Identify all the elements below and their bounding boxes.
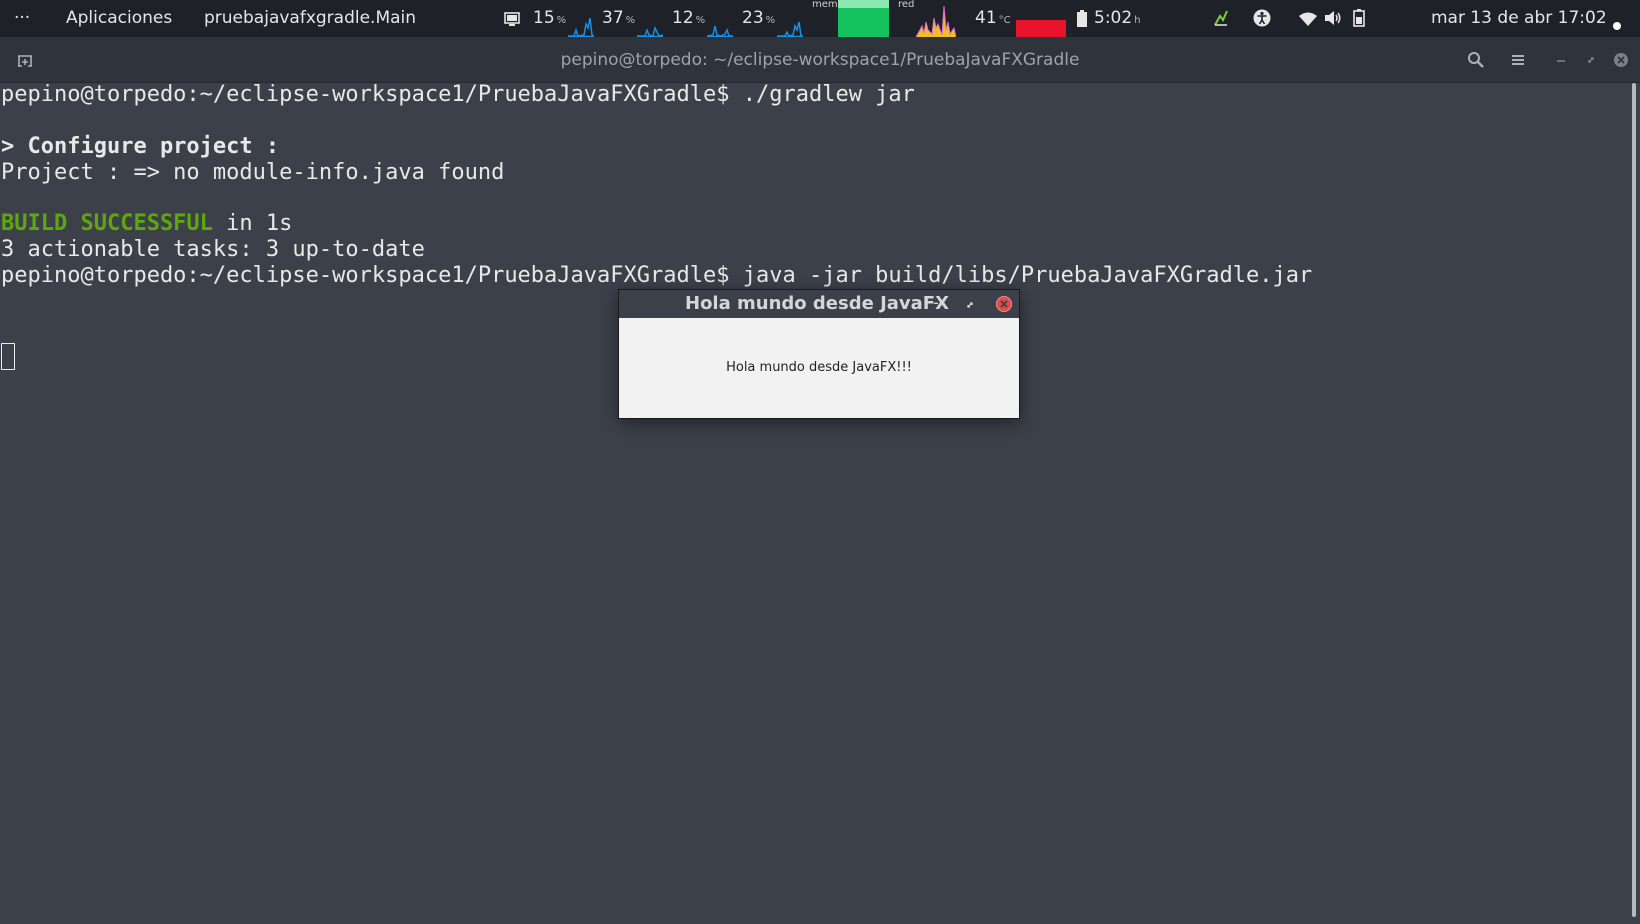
terminal-header-bar: pepino@torpedo: ~/eclipse-workspace1/Pru… <box>0 37 1640 83</box>
terminal-output[interactable]: pepino@torpedo:~/eclipse-workspace1/Prue… <box>0 82 1628 924</box>
network-label: red <box>898 0 915 10</box>
battery-status-icon[interactable] <box>1353 9 1365 32</box>
battery-icon <box>1077 10 1087 32</box>
cpu-core-4-graph <box>777 21 803 37</box>
update-notifier-icon[interactable] <box>1214 10 1228 31</box>
cpu-core-2-graph <box>637 25 663 37</box>
active-app-menu[interactable]: pruebajavafxgradle.Main <box>204 0 416 37</box>
terminal-line: Project : => no module-info.java found <box>1 160 505 185</box>
terminal-scrollbar[interactable] <box>1632 83 1636 917</box>
accessibility-icon[interactable] <box>1253 9 1271 32</box>
javafx-maximize-icon[interactable] <box>963 297 977 311</box>
wifi-icon[interactable] <box>1299 11 1317 31</box>
javafx-close-icon[interactable] <box>995 295 1013 313</box>
top-panel: ··· Aplicaciones pruebajavafxgradle.Main… <box>0 0 1640 37</box>
system-monitor-icon[interactable] <box>504 11 520 31</box>
build-time: in 1s <box>212 211 293 236</box>
memory-label: mem <box>812 0 838 10</box>
terminal-line: BUILD SUCCESSFUL in 1s <box>1 210 292 237</box>
memory-usage-bar <box>838 0 889 37</box>
javafx-window-title: Hola mundo desde JavaFX <box>685 293 949 314</box>
temperature-value: 41 °C <box>975 8 1011 28</box>
javafx-minimize-button[interactable]: - <box>933 290 939 318</box>
clock[interactable]: mar 13 de abr 17:02 <box>1431 0 1607 37</box>
terminal-line: 3 actionable tasks: 3 up-to-date <box>1 237 425 262</box>
apps-menu[interactable]: Aplicaciones <box>66 0 172 37</box>
cpu-core-3-graph <box>707 25 733 37</box>
activities-button[interactable]: ··· <box>14 0 30 37</box>
terminal-cursor <box>1 343 15 370</box>
maximize-icon[interactable] <box>1581 50 1601 70</box>
terminal-line: > Configure project : <box>1 134 280 159</box>
terminal-title: pepino@torpedo: ~/eclipse-workspace1/Pru… <box>560 50 1080 70</box>
terminal-line: pepino@torpedo:~/eclipse-workspace1/Prue… <box>1 263 1313 288</box>
cpu-core-3-value: 12% <box>672 8 706 28</box>
terminal-window: pepino@torpedo: ~/eclipse-workspace1/Pru… <box>0 37 1640 924</box>
minimize-icon[interactable] <box>1551 50 1571 70</box>
close-icon[interactable] <box>1611 50 1631 70</box>
search-icon[interactable] <box>1466 50 1486 70</box>
javafx-window: Hola mundo desde JavaFX - Hola mundo des… <box>618 289 1020 419</box>
menu-icon[interactable] <box>1508 50 1528 70</box>
status-dot-icon[interactable] <box>1613 15 1621 35</box>
javafx-message-label: Hola mundo desde JavaFX!!! <box>726 360 912 375</box>
cpu-core-4-value: 23% <box>742 8 776 28</box>
cpu-core-1-graph <box>568 17 594 37</box>
temperature-bar <box>1016 20 1066 37</box>
cpu-core-1-value: 15% <box>533 8 567 28</box>
battery-time: 5:02 h <box>1094 8 1141 28</box>
network-activity-graph <box>916 5 956 37</box>
cpu-core-2-value: 37% <box>602 8 636 28</box>
volume-icon[interactable] <box>1324 10 1342 31</box>
terminal-line: pepino@torpedo:~/eclipse-workspace1/Prue… <box>1 82 915 107</box>
javafx-window-titlebar[interactable]: Hola mundo desde JavaFX - <box>619 290 1019 318</box>
build-status: BUILD SUCCESSFUL <box>1 211 213 236</box>
